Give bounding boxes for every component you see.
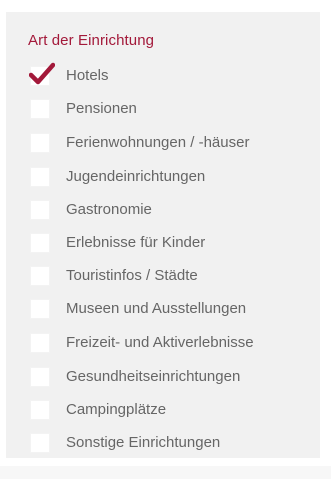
option-gastronomie[interactable]: Gastronomie	[30, 200, 310, 222]
option-label: Sonstige Einrichtungen	[66, 434, 221, 451]
option-pensionen[interactable]: Pensionen	[30, 99, 310, 121]
checkbox[interactable]	[30, 99, 50, 119]
checkbox[interactable]	[30, 167, 50, 187]
checkbox[interactable]	[30, 400, 50, 420]
option-label: Pensionen	[66, 100, 137, 117]
option-jugendeinrichtungen[interactable]: Jugendeinrichtungen	[30, 167, 310, 189]
page: Art der Einrichtung Hotels Pensionen Fer…	[0, 0, 331, 479]
option-label: Ferienwohnungen / -häuser	[66, 134, 250, 151]
option-touristinfos[interactable]: Touristinfos / Städte	[30, 266, 310, 288]
checkbox[interactable]	[30, 200, 50, 220]
checkbox[interactable]	[30, 367, 50, 387]
option-camping[interactable]: Campingplätze	[30, 400, 310, 422]
checkbox[interactable]	[30, 266, 50, 286]
checkbox[interactable]	[30, 133, 50, 153]
checkbox[interactable]	[30, 233, 50, 253]
checkbox[interactable]	[30, 299, 50, 319]
option-freizeit[interactable]: Freizeit- und Aktiverlebnisse	[30, 333, 310, 355]
checkmark-icon	[29, 62, 55, 85]
option-label: Campingplätze	[66, 401, 167, 418]
option-label: Gesundheitseinrichtungen	[66, 368, 241, 385]
option-label: Touristinfos / Städte	[66, 267, 198, 284]
option-hotels[interactable]: Hotels	[29, 62, 310, 88]
filter-title: Art der Einrichtung	[28, 32, 155, 49]
option-label: Hotels	[66, 67, 109, 84]
option-sonstige[interactable]: Sonstige Einrichtungen	[30, 433, 310, 455]
option-label: Gastronomie	[66, 201, 152, 218]
option-gesundheit[interactable]: Gesundheitseinrichtungen	[30, 367, 310, 389]
option-label: Museen und Ausstellungen	[66, 300, 247, 317]
option-ferienwohnungen[interactable]: Ferienwohnungen / -häuser	[30, 133, 310, 155]
checkbox[interactable]	[30, 333, 50, 353]
bottom-strip	[0, 466, 331, 479]
checkbox[interactable]	[30, 433, 50, 453]
option-label: Freizeit- und Aktiverlebnisse	[66, 334, 254, 351]
option-museen[interactable]: Museen und Ausstellungen	[30, 299, 310, 321]
option-erlebnisse-kinder[interactable]: Erlebnisse für Kinder	[30, 233, 310, 255]
option-label: Jugendeinrichtungen	[66, 168, 206, 185]
option-label: Erlebnisse für Kinder	[66, 234, 206, 251]
